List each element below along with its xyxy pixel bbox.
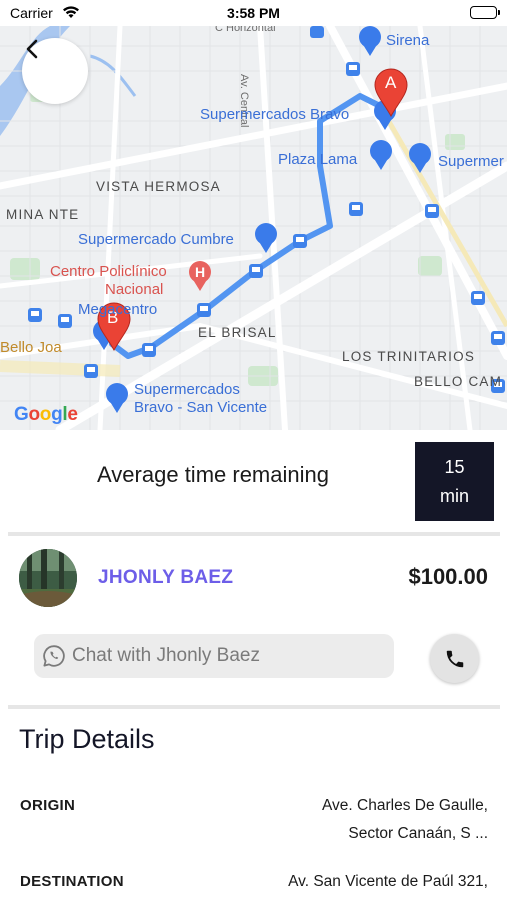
map-label-bravo-sv-2: Bravo - San Vicente bbox=[134, 399, 268, 416]
map-label-supermercado-cumbre: Supermercado Cumbre bbox=[78, 231, 234, 248]
chat-input[interactable]: Chat with Jhonly Baez bbox=[34, 634, 394, 678]
destination-address-line: Av. San Vicente de Paúl 321, bbox=[288, 873, 488, 890]
trip-details-title: Trip Details bbox=[19, 724, 155, 754]
eta-badge: 15 min bbox=[415, 442, 494, 521]
divider bbox=[8, 532, 500, 536]
map-label-horizontal: C Horizontal bbox=[215, 26, 276, 34]
trip-fare: $100.00 bbox=[408, 564, 488, 589]
map-label-sirena: Sirena bbox=[386, 32, 430, 49]
map-label-los-trinitarios: LOS TRINITARIOS bbox=[342, 349, 476, 364]
map-label-plaza-lama: Plaza Lama bbox=[278, 151, 358, 168]
map-label-centro-policlinico: Centro Policlínico bbox=[50, 263, 167, 280]
hospital-glyph: H bbox=[195, 264, 206, 280]
map-label-megacentro: Megacentro bbox=[78, 301, 158, 318]
route-map[interactable]: A B H C Horizontal Av. Central Sirena Su… bbox=[0, 26, 507, 430]
map-label-nacional: Nacional bbox=[105, 281, 164, 298]
google-logo: Google bbox=[14, 404, 78, 426]
status-bar: Carrier 3:58 PM bbox=[0, 0, 507, 26]
origin-address: Ave. Charles De Gaulle, Sector Canaán, S… bbox=[228, 792, 488, 848]
phone-icon bbox=[446, 650, 463, 667]
map-label-vista-hermosa: VISTA HERMOSA bbox=[96, 179, 221, 194]
driver-name[interactable]: JHONLY BAEZ bbox=[98, 567, 233, 589]
eta-unit: min bbox=[439, 485, 469, 506]
origin-marker-letter: A bbox=[385, 73, 397, 92]
whatsapp-icon bbox=[43, 645, 65, 667]
battery-icon bbox=[470, 6, 500, 19]
google-logo-letter: g bbox=[51, 404, 63, 425]
map-label-bravo-sv-1: Supermercados bbox=[134, 381, 240, 398]
divider bbox=[8, 705, 500, 709]
destination-label: DESTINATION bbox=[20, 873, 124, 890]
back-button[interactable] bbox=[22, 38, 88, 104]
map-label-mina-nte: MINA NTE bbox=[6, 207, 80, 222]
eta-value: 15 bbox=[444, 456, 465, 477]
map-label-bello-joa: Bello Joa bbox=[0, 339, 62, 356]
google-logo-letter: G bbox=[14, 404, 29, 425]
map-label-supermer: Supermer bbox=[438, 153, 504, 170]
origin-label: ORIGIN bbox=[20, 797, 76, 814]
map-label-supermercados-bravo: Supermercados Bravo bbox=[200, 106, 350, 123]
google-logo-letter: o bbox=[39, 404, 52, 425]
google-logo-letter: o bbox=[28, 404, 40, 425]
eta-panel: Average time remaining 15 min bbox=[0, 430, 507, 534]
eta-label: Average time remaining bbox=[97, 462, 329, 487]
map-label-bello-cam: BELLO CAM bbox=[414, 374, 503, 389]
chat-placeholder: Chat with Jhonly Baez bbox=[72, 645, 260, 666]
call-button[interactable] bbox=[430, 634, 479, 683]
origin-address-line: Sector Canaán, S ... bbox=[348, 825, 488, 842]
back-arrow-icon bbox=[26, 39, 38, 59]
status-time: 3:58 PM bbox=[227, 5, 280, 21]
driver-avatar bbox=[19, 549, 77, 607]
destination-address: Av. San Vicente de Paúl 321, bbox=[228, 868, 488, 896]
origin-address-line: Ave. Charles De Gaulle, bbox=[322, 797, 488, 814]
google-logo-letter: e bbox=[67, 404, 78, 425]
map-label-el-brisal: EL BRISAL bbox=[198, 325, 277, 340]
